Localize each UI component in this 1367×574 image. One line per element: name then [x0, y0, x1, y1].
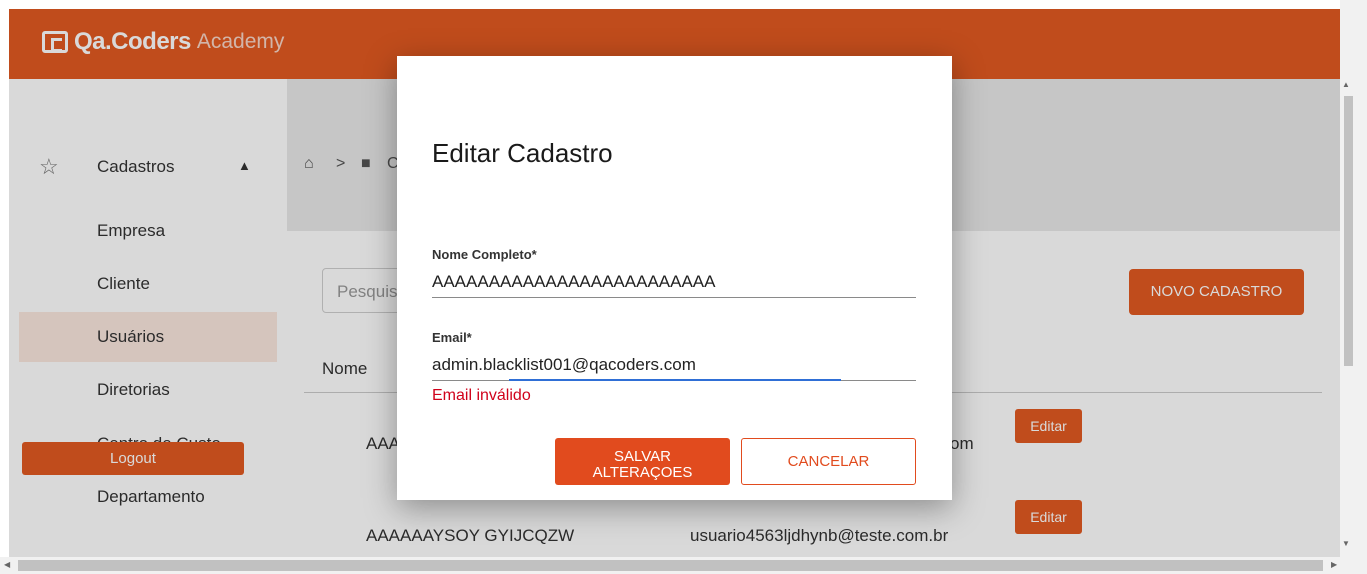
- dialog-title: Editar Cadastro: [432, 138, 613, 168]
- scroll-right-icon[interactable]: ▶: [1331, 560, 1337, 569]
- scroll-up-icon[interactable]: ▲: [1342, 80, 1350, 89]
- email-focus-underline: [509, 379, 841, 381]
- horizontal-scroll-thumb[interactable]: [18, 560, 1323, 571]
- email-field-label: Email*: [432, 330, 472, 345]
- horizontal-scrollbar[interactable]: ◀ ▶: [0, 557, 1367, 574]
- edit-dialog: Editar Cadastro Nome Completo* Email* Em…: [397, 56, 952, 500]
- scroll-left-icon[interactable]: ◀: [4, 560, 10, 569]
- scroll-down-icon[interactable]: ▼: [1342, 539, 1350, 548]
- vertical-scrollbar[interactable]: ▲ ▼: [1340, 0, 1367, 557]
- vertical-scroll-thumb[interactable]: [1344, 96, 1353, 366]
- email-error-message: Email inválido: [432, 387, 531, 404]
- name-field[interactable]: [432, 266, 916, 298]
- name-field-label: Nome Completo*: [432, 247, 537, 262]
- save-button[interactable]: SALVAR ALTERAÇOES: [555, 438, 730, 485]
- cancel-button[interactable]: CANCELAR: [741, 438, 916, 485]
- email-field[interactable]: [432, 349, 916, 381]
